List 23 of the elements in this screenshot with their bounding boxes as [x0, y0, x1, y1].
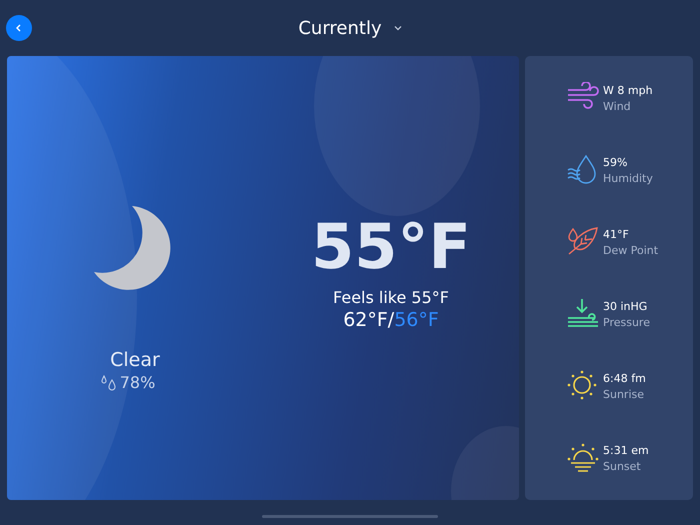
detail-label: Pressure	[603, 316, 650, 328]
detail-value: 6:48 fm	[603, 372, 646, 384]
feels-like-label: Feels like 55°F	[333, 288, 449, 307]
detail-label: Dew Point	[603, 244, 658, 256]
detail-value: 30 inHG	[603, 300, 648, 312]
precipitation-value: 78%	[120, 373, 156, 392]
raindrops-icon	[100, 374, 116, 390]
detail-value: 59%	[603, 156, 628, 168]
temperature-value: 55°F	[311, 216, 471, 278]
low-temperature: 56°F	[394, 309, 439, 331]
high-temperature: 62°F	[343, 309, 388, 331]
detail-value: 41°F	[603, 228, 630, 240]
detail-label: Wind	[603, 100, 632, 112]
detail-value: 5:31 em	[603, 444, 649, 456]
separator: /	[388, 309, 394, 331]
page-title[interactable]: Currently	[298, 18, 382, 38]
detail-label: Humidity	[603, 172, 653, 184]
detail-label: Sunrise	[603, 388, 646, 400]
condition-label: Clear	[110, 349, 160, 371]
chevron-down-icon[interactable]	[394, 25, 402, 31]
back-button[interactable]	[6, 15, 32, 41]
detail-value: W 8 mph	[603, 84, 653, 96]
detail-label: Sunset	[603, 460, 642, 472]
